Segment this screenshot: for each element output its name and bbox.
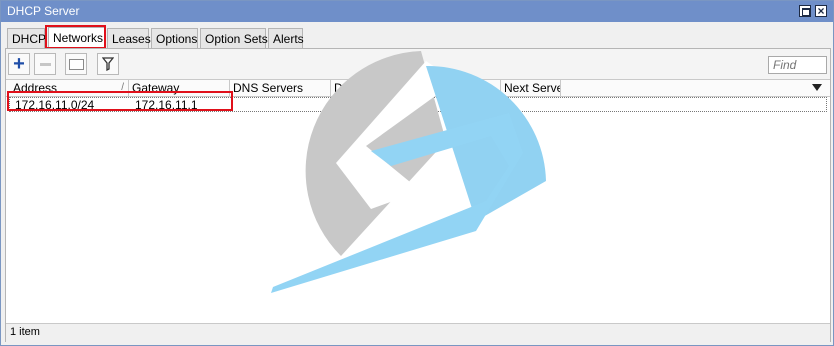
title-bar[interactable]: DHCP Server × [1,1,833,22]
toolbar: + [6,49,830,79]
dhcp-server-window: DHCP Server × DHCP Networks Leases Optio… [0,0,834,346]
comment-button[interactable] [65,53,87,75]
plus-icon: + [13,53,25,75]
filter-button[interactable] [97,53,119,75]
column-header-next-server[interactable]: Next Server [501,80,561,96]
tab-label: Options [156,32,198,46]
tab-option-sets[interactable]: Option Sets [200,28,268,48]
remove-button[interactable] [34,53,56,75]
column-label: Domain [334,81,376,95]
networks-tab-highlight [45,25,106,49]
tab-label: Option Sets [205,32,268,46]
column-label: WINS Servers [404,81,481,95]
tab-leases[interactable]: Leases [107,28,151,48]
column-label: Next Server [504,81,560,95]
networks-table: Address / Gateway DNS Servers Domain WIN… [6,79,830,324]
tab-options[interactable]: Options [151,28,198,48]
column-header-dns-servers[interactable]: DNS Servers [230,80,331,96]
column-header-domain[interactable]: Domain [331,80,401,96]
close-button[interactable]: × [815,5,827,17]
comment-icon [68,58,84,70]
column-header-wins-servers[interactable]: WINS Servers [401,80,501,96]
tab-label: DHCP [12,32,47,46]
tab-label: Alerts [273,32,304,46]
item-count: 1 item [10,326,40,338]
add-button[interactable]: + [8,53,30,75]
filter-icon [102,57,114,71]
minus-icon [39,62,51,66]
tab-label: Leases [112,32,151,46]
status-bar: 1 item [6,323,830,342]
maximize-button[interactable] [799,5,811,17]
tab-dhcp[interactable]: DHCP [7,28,47,48]
row-highlight [7,91,233,111]
column-label: DNS Servers [233,81,304,95]
window-title: DHCP Server [7,4,80,18]
tab-alerts[interactable]: Alerts [268,28,304,48]
column-chooser-dropdown-icon[interactable] [812,84,822,91]
find-input[interactable] [768,56,827,74]
